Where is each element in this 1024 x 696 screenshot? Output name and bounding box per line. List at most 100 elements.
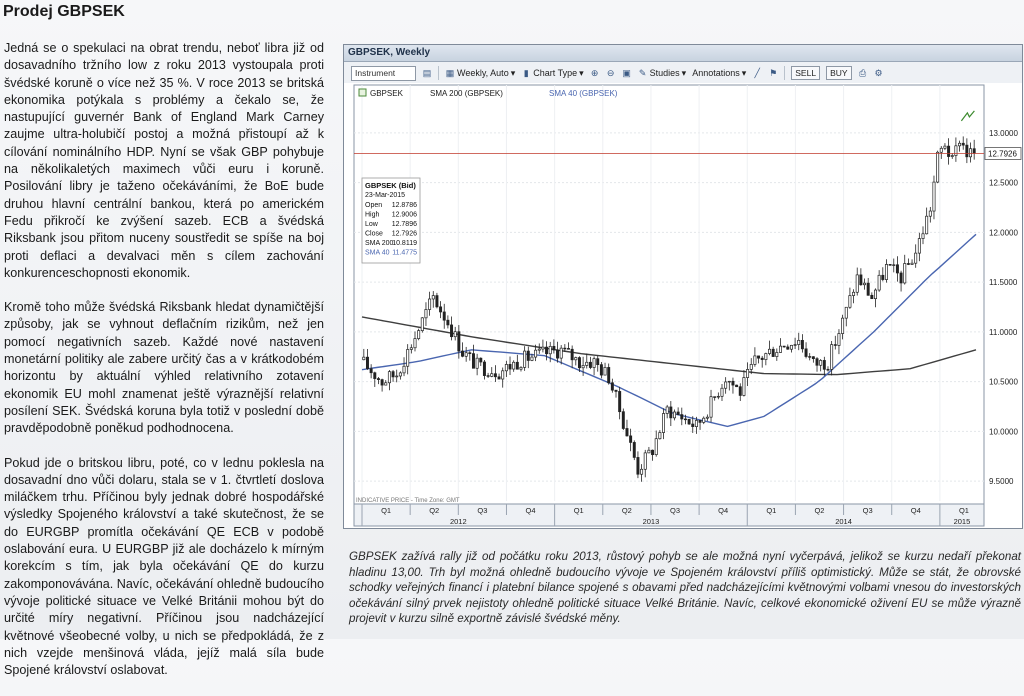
info-box-value: 12.7896 [392,221,417,228]
candle-body [943,145,947,149]
candle-body [870,294,874,300]
candle-body [899,272,903,284]
quarter-label: Q4 [718,506,728,515]
candle-body [808,356,812,358]
toolbar-separator [438,66,439,80]
candle-body [669,406,673,419]
info-box-title: GBPSEK (Bid) [365,181,416,190]
candle-body [581,365,585,369]
candle-body [760,357,764,360]
candle-body [950,155,954,157]
candle-body [764,353,768,360]
candle-body [852,291,856,296]
interval-dropdown[interactable]: ▦ Weekly, Auto ▾ [445,68,516,79]
candle-body [683,418,687,421]
candle-body [395,375,399,378]
candle-body [936,151,940,183]
candle-body [819,360,823,366]
year-label: 2013 [643,517,660,526]
candle-body [413,338,417,349]
candle-body [797,339,801,345]
buy-button[interactable]: BUY [826,66,852,80]
candle-body [932,181,936,212]
list-icon[interactable]: ▤ [422,68,432,78]
instrument-input[interactable]: Instrument [351,65,416,81]
candle-body [947,145,951,157]
candle-body [815,358,819,366]
legend-item-gbpsek: GBPSEK [370,89,404,98]
quarter-label: Q1 [381,506,391,515]
candle-body [917,238,921,254]
flag-icon[interactable]: ⚑ [768,68,778,78]
candle-body [811,356,815,360]
candle-body [420,317,424,331]
candle-body [910,262,914,265]
sell-button[interactable]: SELL [791,66,821,80]
quarter-label: Q3 [477,506,487,515]
time-axis: Q1 Q2 Q3 Q4 Q1 Q2 Q3 Q4 Q1 Q2 Q3 Q4 Q1 2012 2013 2014 20… [353,503,985,527]
chart-type-dropdown[interactable]: ▮ Chart Type ▾ [521,68,584,79]
candle-body [965,144,969,158]
candle-body [486,375,490,377]
info-box-value: 12.7926 [392,231,417,238]
candle-body [508,364,512,370]
candle-body [435,295,439,308]
candle-body [391,371,395,378]
candle-body [662,413,666,433]
studies-label: Studies [649,68,680,78]
candle-body [958,142,962,147]
candle-body [855,274,859,293]
annotations-label: Annotations [692,68,740,78]
candle-body [490,373,494,377]
candle-body [713,396,717,398]
chart-toolbar: Instrument ▤ ▦ Weekly, Auto ▾ ▮ Chart Type ▾… [344,62,1022,85]
info-box-label: Low [365,221,379,228]
chart-caption: GBPSEK zažívá rally již od počátku roku … [349,550,1021,626]
quarter-label: Q1 [959,506,969,515]
price-info-box: GBPSEK (Bid) 23-Mar-2015 Open 12.8786 High 12… [361,177,421,264]
candle-body [903,263,907,284]
candle-body [406,349,410,367]
candle-body [830,344,834,370]
candle-body [523,350,527,368]
options-icon[interactable]: ⚙ [874,68,884,78]
candle-body [559,347,563,359]
draw-line-icon[interactable]: ╱ [752,68,762,78]
price-chart[interactable]: GBPSEK SMA 200 (GBPSEK) SMA 40 (GBPSEK) … [344,83,1022,528]
candle-body [789,344,793,350]
candle-body [738,386,742,396]
zoom-out-icon[interactable]: ⊖ [606,68,616,78]
quarter-label: Q3 [670,506,680,515]
candle-body [782,345,786,348]
quarter-label: Q4 [526,506,536,515]
annotations-dropdown[interactable]: Annotations ▾ [692,68,746,79]
info-box-label: SMA 200 [365,240,394,247]
candle-body [526,350,530,361]
candle-body [574,357,578,361]
paragraph-1: Jedná se o spekulaci na obrat trendu, ne… [4,41,324,280]
legend-swatch-icon [358,88,367,97]
candle-body [778,345,782,353]
candle-body [727,380,731,383]
zoom-in-icon[interactable]: ⊕ [590,68,600,78]
candle-body [629,435,633,443]
quarter-label: Q1 [574,506,584,515]
candle-body [428,298,432,310]
chevron-down-icon: ▾ [681,67,687,78]
candle-body [468,352,472,354]
studies-dropdown[interactable]: ✎ Studies ▾ [638,67,687,79]
print-icon[interactable]: ⎙ [858,68,868,78]
chart-settings-icon[interactable]: ▣ [622,68,632,78]
candle-body [515,361,519,370]
candle-body [570,348,574,361]
candle-body [621,411,625,429]
candle-body [804,348,808,357]
candle-body [512,361,516,370]
price-tick-label: 9.5000 [989,477,1014,486]
candle-body [969,148,973,158]
candle-body [596,358,600,365]
candle-body [731,380,735,386]
candle-body [618,391,622,413]
candle-body [694,420,698,427]
candle-body [822,360,826,370]
